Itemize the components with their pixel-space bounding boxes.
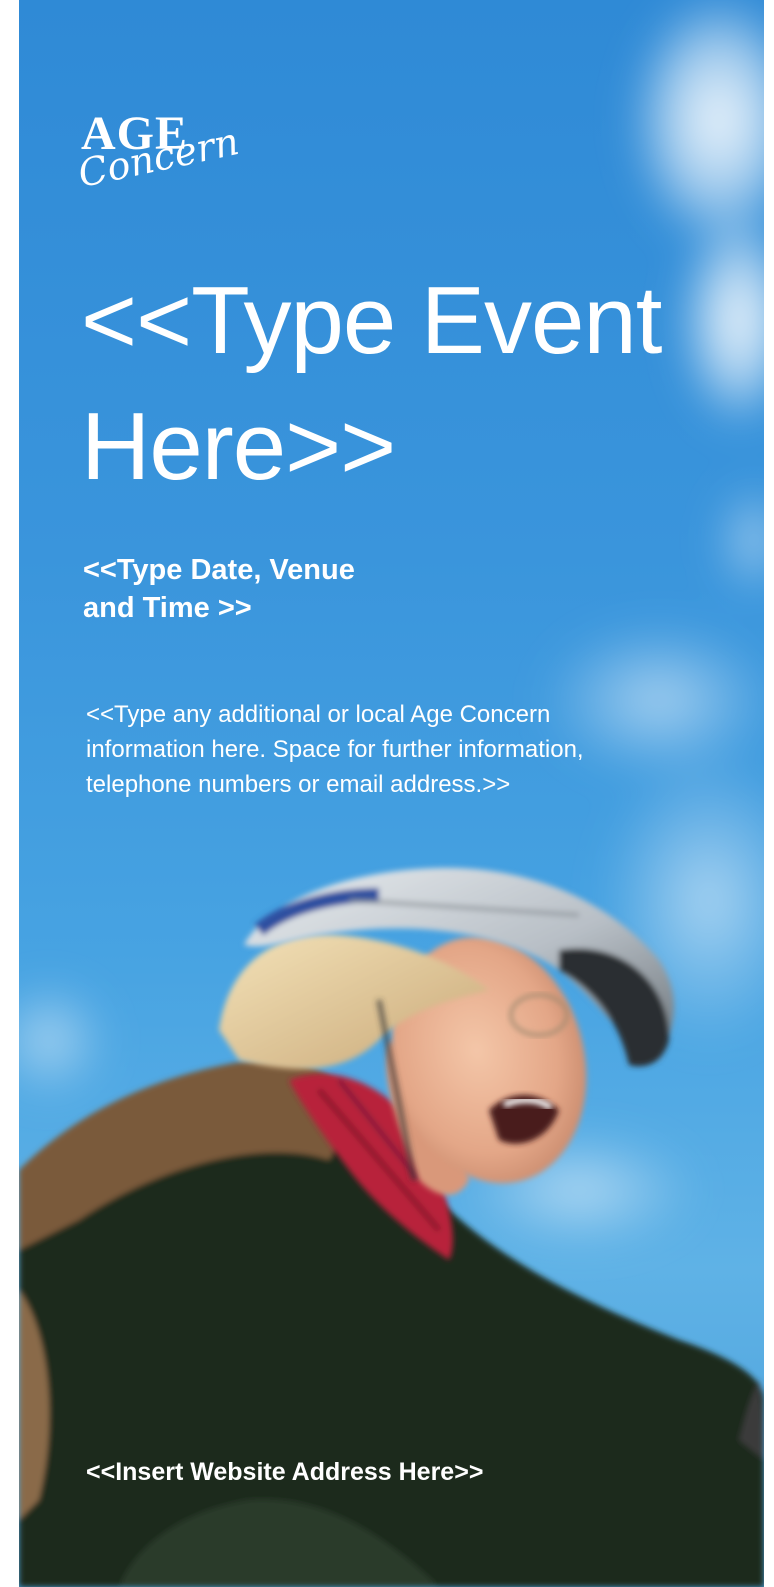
date-venue-line-2: and Time >>: [83, 592, 252, 624]
date-venue-time: <<Type Date, Venue and Time >>: [83, 551, 503, 627]
additional-info-line-2: information here. Space for further info…: [86, 736, 584, 763]
poster: AGE Concern <<Type Event Here>> <<Type D…: [19, 0, 764, 1587]
website-address: <<Insert Website Address Here>>: [86, 1458, 484, 1486]
event-title-line-2: Here>>: [81, 393, 396, 500]
age-concern-logo: AGE Concern: [74, 110, 242, 220]
logo-script: Concern: [74, 119, 242, 216]
event-title: <<Type Event Here>>: [81, 258, 741, 510]
additional-info-line-3: telephone numbers or email address.>>: [86, 771, 511, 798]
date-venue-line-1: <<Type Date, Venue: [83, 554, 355, 586]
additional-info: <<Type any additional or local Age Conce…: [86, 697, 726, 802]
additional-info-line-1: <<Type any additional or local Age Conce…: [86, 701, 551, 728]
event-title-line-1: <<Type Event: [81, 267, 662, 374]
